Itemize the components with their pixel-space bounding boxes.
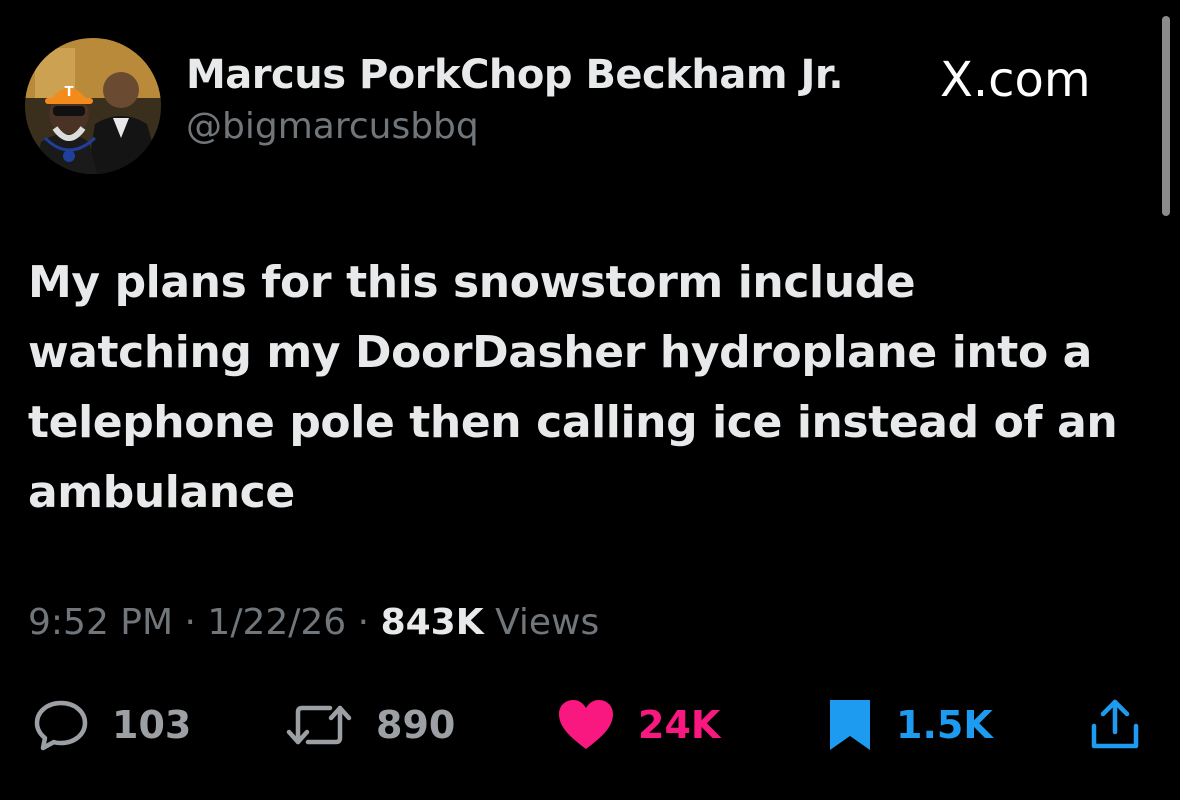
like-button[interactable]: 24K [556, 690, 720, 760]
repost-button[interactable]: 890 [284, 690, 455, 760]
reply-icon [34, 700, 88, 751]
repost-count: 890 [376, 703, 456, 747]
share-icon [1091, 699, 1139, 749]
meta-separator: · [357, 602, 370, 643]
meta-separator: · [184, 602, 196, 643]
views-count: 843K [380, 602, 484, 643]
bookmark-count: 1.5K [896, 703, 993, 747]
heart-icon [559, 700, 613, 749]
tweet-text: My plans for this snowstorm include watc… [28, 257, 1118, 518]
brand-label: X.com [940, 52, 1091, 108]
scrollbar[interactable] [1162, 16, 1170, 216]
tweet-date[interactable]: 1/22/26 [207, 602, 346, 643]
share-button[interactable] [1086, 690, 1144, 760]
avatar[interactable]: T [25, 38, 161, 174]
bookmark-icon [830, 700, 870, 750]
tweet-meta: 9:52 PM · 1/22/26 · 843K Views [28, 602, 599, 643]
reply-button[interactable]: 103 [32, 690, 191, 760]
views-label: Views [495, 602, 600, 643]
display-name[interactable]: Marcus PorkChop Beckham Jr. [186, 52, 844, 98]
action-bar: 103 890 24K 1.5K [0, 690, 1180, 760]
bookmark-button[interactable]: 1.5K [826, 690, 993, 760]
like-count: 24K [638, 703, 721, 747]
profile-photo-icon: T [25, 38, 161, 174]
repost-icon [286, 705, 352, 745]
tweet-time[interactable]: 9:52 PM [28, 602, 173, 643]
avatar-cap-letter: T [65, 85, 74, 100]
user-handle[interactable]: @bigmarcusbbq [186, 106, 479, 147]
reply-count: 103 [112, 703, 192, 747]
